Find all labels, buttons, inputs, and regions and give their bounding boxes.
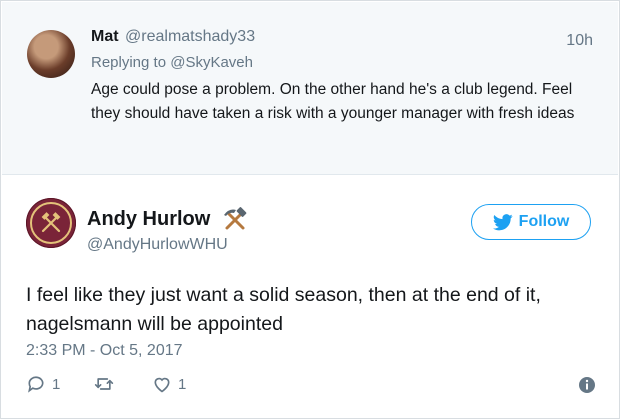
hammer-and-pick-icon <box>224 207 247 230</box>
twitter-bird-icon <box>492 213 513 230</box>
reply-count: 1 <box>52 375 61 393</box>
like-count: 1 <box>178 375 187 393</box>
reply-time[interactable]: 10h <box>566 32 593 50</box>
reply-text: Age could pose a problem. On the other h… <box>91 81 575 122</box>
avatar[interactable] <box>27 30 75 78</box>
tweet-author-handle[interactable]: @AndyHurlowWHU <box>87 236 228 254</box>
heart-icon <box>154 377 170 393</box>
reply-action[interactable]: 1 <box>26 374 60 394</box>
replying-to-handle[interactable]: @SkyKaveh <box>170 54 253 71</box>
avatar[interactable] <box>26 198 76 248</box>
reply-tweet[interactable]: Mat @realmatshady33 10h Replying to @Sky… <box>2 2 618 175</box>
replying-to-line: Replying to @SkyKaveh <box>91 54 253 71</box>
retweet-icon <box>94 378 114 390</box>
reply-author-name[interactable]: Mat <box>91 28 119 45</box>
replying-to-prefix: Replying to <box>91 54 167 71</box>
info-icon[interactable] <box>578 376 596 394</box>
follow-label: Follow <box>518 213 570 230</box>
reply-author-handle[interactable]: @realmatshady33 <box>125 28 255 45</box>
tweet-author-name[interactable]: Andy Hurlow <box>87 208 210 231</box>
follow-button[interactable]: Follow <box>471 204 591 240</box>
reply-icon <box>28 376 44 393</box>
tweet-actions: 1 1 <box>26 374 596 398</box>
tweet-timestamp[interactable]: 2:33 PM - Oct 5, 2017 <box>26 342 183 360</box>
tweet-text: I feel like they just want a solid seaso… <box>26 284 541 335</box>
like-action[interactable]: 1 <box>152 374 186 394</box>
reply-header: Mat @realmatshady33 <box>91 28 255 46</box>
tweet-embed-card: Mat @realmatshady33 10h Replying to @Sky… <box>0 0 620 419</box>
crossed-hammers-icon <box>41 212 61 233</box>
retweet-action[interactable] <box>94 374 120 394</box>
